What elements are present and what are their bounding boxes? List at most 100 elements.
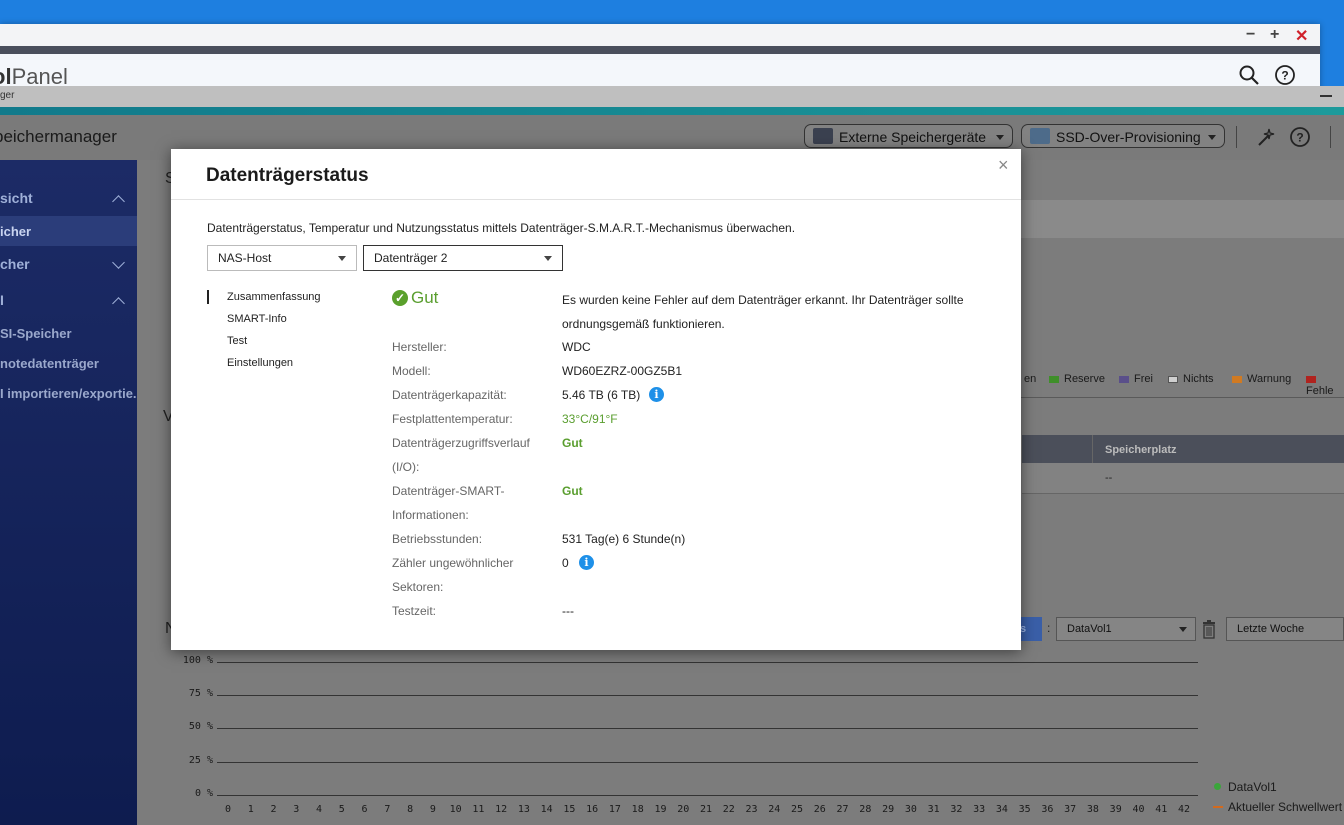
chevron-down-icon bbox=[544, 256, 552, 261]
x-tick-label: 42 bbox=[1177, 804, 1191, 815]
test-time-value: --- bbox=[562, 604, 574, 618]
model-value: WD60EZRZ-00GZ5B1 bbox=[562, 364, 683, 378]
x-tick-label: 34 bbox=[995, 804, 1008, 815]
legend-item-reserve: Reserve bbox=[1049, 373, 1105, 385]
access-history-label-2: (I/O): bbox=[392, 460, 420, 474]
temperature-label: Festplattentemperatur: bbox=[392, 412, 513, 426]
volume-select[interactable]: DataVol1 bbox=[1056, 617, 1196, 641]
table-row[interactable] bbox=[1022, 463, 1344, 494]
x-tick-label: 14 bbox=[540, 804, 553, 815]
sidebar-item-cache[interactable]: cher bbox=[0, 256, 30, 272]
x-tick-label: 35 bbox=[1018, 804, 1031, 815]
ssd-icon bbox=[1030, 128, 1050, 144]
x-tick-label: 25 bbox=[791, 804, 804, 815]
dialog-description: Datenträgerstatus, Temperatur und Nutzun… bbox=[207, 221, 796, 235]
table-cell-space: -- bbox=[1105, 472, 1113, 484]
capacity-label: Datenträgerkapazität: bbox=[392, 388, 507, 402]
app-minimize-button[interactable] bbox=[1320, 95, 1332, 97]
legend-marker-threshold bbox=[1213, 806, 1223, 808]
wand-icon[interactable] bbox=[1255, 126, 1277, 148]
x-tick-label: 22 bbox=[722, 804, 735, 815]
storage-toolbar bbox=[1021, 200, 1344, 238]
chevron-down-icon bbox=[996, 135, 1004, 140]
ssd-overprovisioning-button[interactable]: SSD-Over-Provisioning bbox=[1021, 124, 1225, 148]
gridline bbox=[217, 728, 1198, 729]
manufacturer-label: Hersteller: bbox=[392, 340, 447, 354]
external-drive-icon bbox=[813, 128, 833, 144]
x-tick-label: 29 bbox=[882, 804, 895, 815]
x-tick-label: 38 bbox=[1086, 804, 1099, 815]
x-tick-label: 39 bbox=[1109, 804, 1122, 815]
info-icon[interactable]: i bbox=[649, 387, 664, 402]
operating-hours-label: Betriebsstunden: bbox=[392, 532, 483, 546]
maximize-button[interactable]: + bbox=[1270, 26, 1279, 44]
x-tick-label: 8 bbox=[407, 804, 414, 815]
search-icon[interactable] bbox=[1238, 64, 1260, 86]
dialog-divider bbox=[171, 199, 1021, 200]
trash-icon[interactable] bbox=[1201, 619, 1217, 639]
x-tick-label: 1 bbox=[247, 804, 254, 815]
x-tick-label: 32 bbox=[950, 804, 963, 815]
x-tick-label: 17 bbox=[608, 804, 621, 815]
chart-legend-datavol: DataVol1 bbox=[1228, 780, 1277, 794]
info-icon[interactable]: i bbox=[579, 555, 594, 570]
tab-test[interactable]: Test bbox=[227, 335, 247, 347]
external-devices-button[interactable]: Externe Speichergeräte bbox=[804, 124, 1013, 148]
x-tick-label: 3 bbox=[293, 804, 300, 815]
access-history-value: Gut bbox=[562, 436, 583, 450]
separator: : bbox=[1047, 621, 1051, 635]
temperature-value: 33°C/91°F bbox=[562, 412, 618, 426]
legend-item-none: Nichts bbox=[1168, 373, 1214, 385]
legend-item: en bbox=[1024, 373, 1037, 385]
x-axis-line bbox=[217, 795, 1198, 796]
legend-item-warning: Warnung bbox=[1232, 373, 1291, 385]
tab-summary[interactable]: Zusammenfassung bbox=[227, 291, 321, 303]
x-tick-label: 4 bbox=[316, 804, 323, 815]
legend-marker-datavol bbox=[1214, 783, 1221, 790]
smart-value: Gut bbox=[562, 484, 583, 498]
x-tick-label: 10 bbox=[449, 804, 462, 815]
app-accent-bar bbox=[0, 107, 1344, 115]
help-icon[interactable]: ? bbox=[1274, 64, 1296, 86]
chart-legend-threshold: Aktueller Schwellwert bbox=[1228, 800, 1343, 814]
smart-label-2: Informationen: bbox=[392, 508, 469, 522]
x-tick-label: 20 bbox=[677, 804, 690, 815]
host-select[interactable]: NAS-Host bbox=[207, 245, 357, 271]
legend-item-free: Frei bbox=[1119, 373, 1153, 385]
minimize-button[interactable]: − bbox=[1246, 26, 1255, 44]
x-tick-label: 2 bbox=[270, 804, 277, 815]
y-tick-label: 100 % bbox=[182, 655, 213, 666]
x-tick-label: 21 bbox=[699, 804, 713, 815]
table-header-space: Speicherplatz bbox=[1105, 444, 1177, 456]
tab-smart-info[interactable]: SMART-Info bbox=[227, 313, 287, 325]
x-tick-label: 33 bbox=[973, 804, 986, 815]
disk-select[interactable]: Datenträger 2 bbox=[363, 245, 563, 271]
sidebar-item-overview[interactable]: sicht bbox=[0, 190, 33, 206]
manufacturer-value: WDC bbox=[562, 340, 591, 354]
x-tick-label: 26 bbox=[813, 804, 826, 815]
sidebar-item-remote-disk[interactable]: notedatenträger bbox=[0, 356, 99, 371]
gridline bbox=[217, 662, 1198, 663]
help-icon[interactable]: ? bbox=[1289, 126, 1311, 148]
x-tick-label: 5 bbox=[338, 804, 345, 815]
status-summary: Es wurden keine Fehler auf dem Datenträg… bbox=[562, 293, 964, 331]
sidebar-item-iscsi-storage[interactable]: SI-Speicher bbox=[0, 326, 72, 341]
control-panel-header bbox=[0, 54, 1320, 86]
chevron-down-icon bbox=[1179, 627, 1187, 632]
tab-settings[interactable]: Einstellungen bbox=[227, 357, 293, 369]
app-titlebar bbox=[0, 86, 1344, 108]
svg-text:?: ? bbox=[1296, 131, 1303, 145]
x-tick-label: 27 bbox=[836, 804, 849, 815]
access-history-label: Datenträgerzugriffsverlauf bbox=[392, 436, 530, 450]
close-icon[interactable]: × bbox=[998, 155, 1009, 176]
x-tick-label: 13 bbox=[517, 804, 530, 815]
sidebar-item-iscsi[interactable]: I bbox=[0, 292, 4, 308]
close-window-button[interactable]: ✕ bbox=[1295, 26, 1308, 46]
sidebar-item-import-export[interactable]: I importieren/exportie... bbox=[0, 386, 144, 401]
x-tick-label: 28 bbox=[859, 804, 872, 815]
model-label: Modell: bbox=[392, 364, 431, 378]
dialog-title: Datenträgerstatus bbox=[206, 165, 369, 186]
period-select[interactable]: Letzte Woche bbox=[1226, 617, 1344, 641]
x-tick-label: 0 bbox=[224, 804, 232, 815]
sidebar-item-storage[interactable]: icher bbox=[0, 224, 31, 239]
